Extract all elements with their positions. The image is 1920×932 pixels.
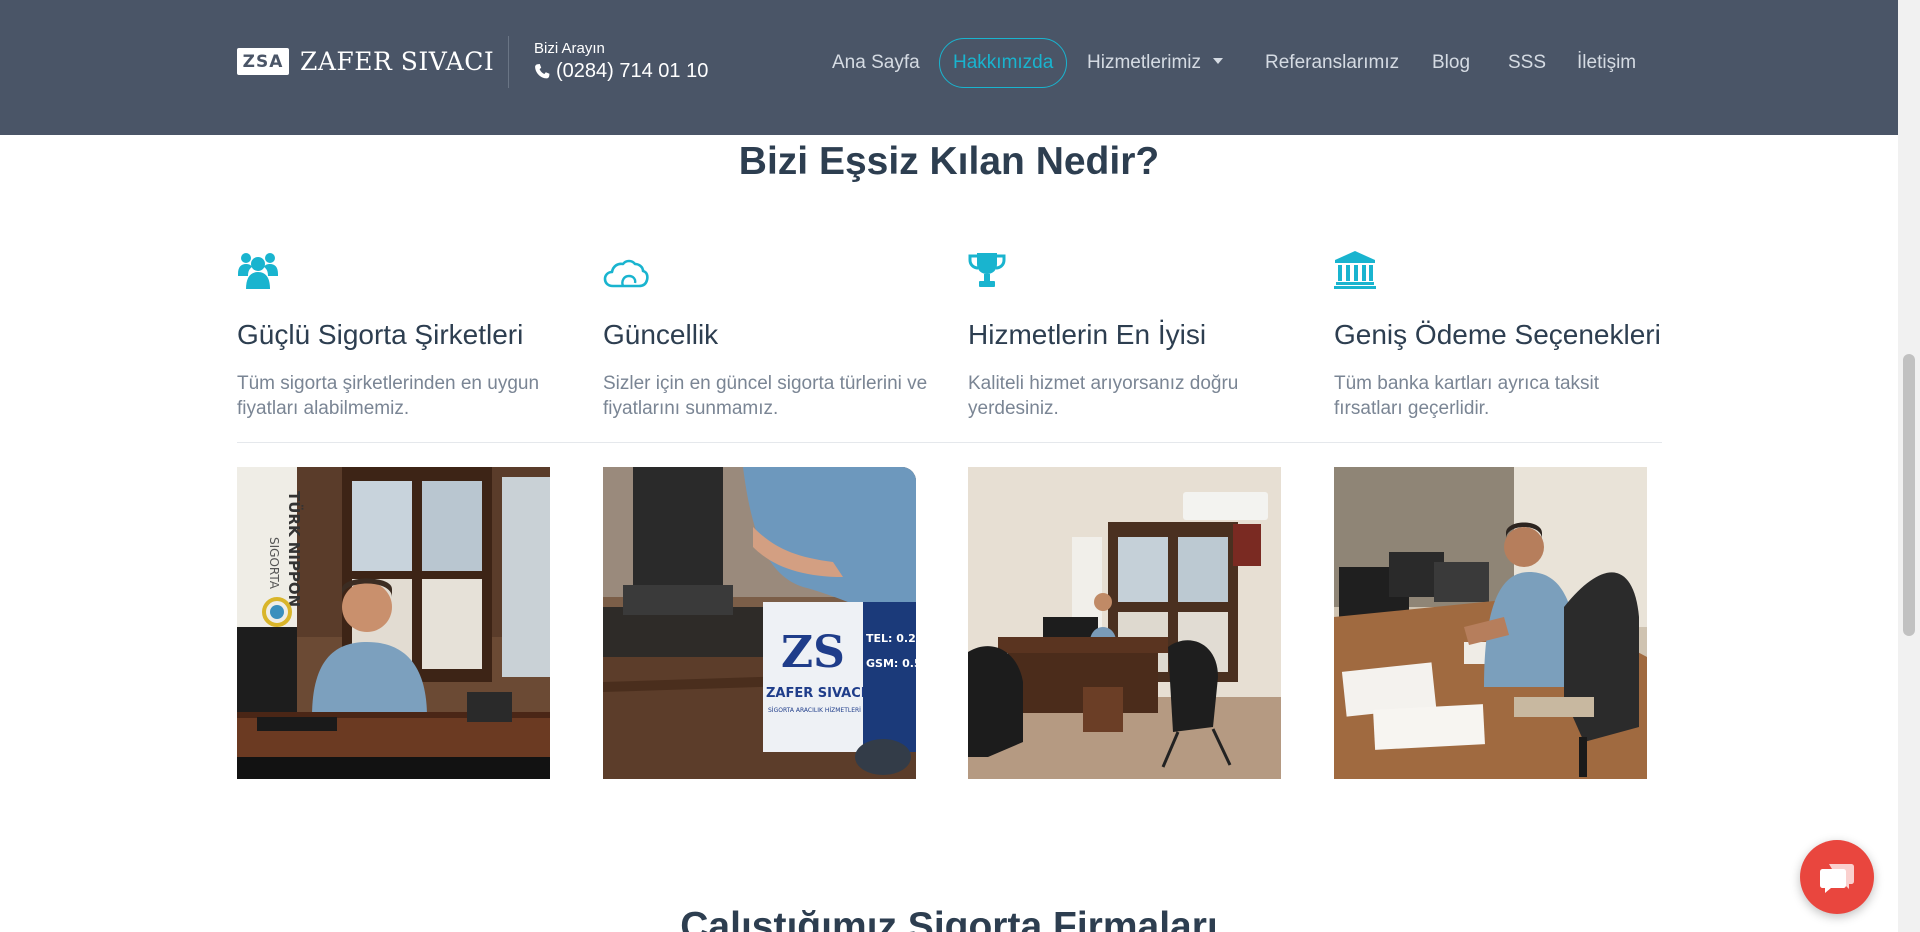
feature-strong-companies: Güçlü Sigorta Şirketleri Tüm sigorta şir… — [237, 250, 567, 421]
site-header: ZSA ZAFER SIVACI Bizi Arayın (0284) 714 … — [0, 0, 1898, 135]
feature-best-services: Hizmetlerin En İyisi Kaliteli hizmet arı… — [968, 250, 1298, 421]
page-scrollbar[interactable] — [1898, 0, 1920, 932]
trophy-icon — [968, 250, 1298, 292]
card-gsm: GSM: 0.53 — [866, 657, 916, 670]
feature-up-to-date: Güncellik Sizler için en güncel sigorta … — [603, 250, 933, 421]
cloud-icon — [603, 250, 933, 292]
feature-title: Güçlü Sigorta Şirketleri — [237, 319, 524, 350]
nav-services-label: Hizmetlerimiz — [1087, 52, 1201, 73]
nav-about[interactable]: Hakkımızda — [939, 38, 1068, 88]
banner-text-2: SIGORTA — [267, 537, 281, 590]
main-nav: Ana Sayfa Hakkımızda Hizmetlerimiz Refer… — [0, 38, 1898, 88]
nav-references[interactable]: Referanslarımız — [1265, 38, 1399, 88]
feature-title: Geniş Ödeme Seçenekleri — [1334, 319, 1661, 350]
feature-text: Tüm banka kartları ayrıca taksit fırsatl… — [1334, 373, 1600, 419]
office-photo-3 — [968, 467, 1281, 779]
next-section-title: Çalıştığımız Sigorta Firmaları — [680, 905, 1218, 932]
banner-text: TÜRK NIPPON — [285, 491, 304, 607]
nav-blog[interactable]: Blog — [1432, 38, 1470, 88]
nav-contact[interactable]: İletişim — [1577, 38, 1636, 88]
feature-text: Tüm sigorta şirketlerinden en uygun fiya… — [237, 373, 540, 419]
nav-home-label: Ana Sayfa — [832, 52, 920, 73]
card-tel: TEL: 0.284 — [866, 632, 916, 645]
feature-title: Güncellik — [603, 319, 719, 350]
nav-contact-label: İletişim — [1577, 52, 1637, 73]
users-icon — [237, 250, 567, 292]
chevron-down-icon — [1213, 57, 1223, 64]
nav-faq-label: SSS — [1508, 52, 1547, 73]
nav-home[interactable]: Ana Sayfa — [832, 38, 920, 88]
feature-text: Kaliteli hizmet arıyorsanız doğru yerdes… — [968, 373, 1239, 419]
nav-references-label: Referanslarımız — [1265, 52, 1400, 73]
nav-faq[interactable]: SSS — [1508, 38, 1546, 88]
section-divider — [237, 442, 1662, 443]
live-chat-button[interactable] — [1800, 840, 1874, 914]
nav-about-label: Hakkımızda — [953, 52, 1054, 73]
nav-services[interactable]: Hizmetlerimiz — [1087, 38, 1223, 88]
feature-title: Hizmetlerin En İyisi — [968, 319, 1207, 350]
chat-icon — [1820, 864, 1854, 893]
nav-blog-label: Blog — [1432, 52, 1471, 73]
feature-payment-options: Geniş Ödeme Seçenekleri Tüm banka kartla… — [1334, 250, 1664, 421]
office-photo-4 — [1334, 467, 1647, 779]
card-name: ZAFER SIVACI — [766, 686, 866, 701]
bank-icon — [1334, 250, 1664, 292]
scrollbar-thumb[interactable] — [1903, 354, 1915, 636]
section-title: Bizi Eşsiz Kılan Nedir? — [738, 140, 1160, 183]
office-photo-1: TÜRK NIPPON SIGORTA — [237, 467, 550, 779]
feature-text: Sizler için en güncel sigorta türlerini … — [603, 373, 928, 419]
card-subtitle: SİGORTA ARACILIK HİZMETLERİ — [768, 707, 861, 714]
office-photo-2: ZS ZAFER SIVACI SİGORTA ARACILIK HİZMETL… — [603, 467, 916, 779]
card-logo: ZS — [781, 627, 845, 678]
